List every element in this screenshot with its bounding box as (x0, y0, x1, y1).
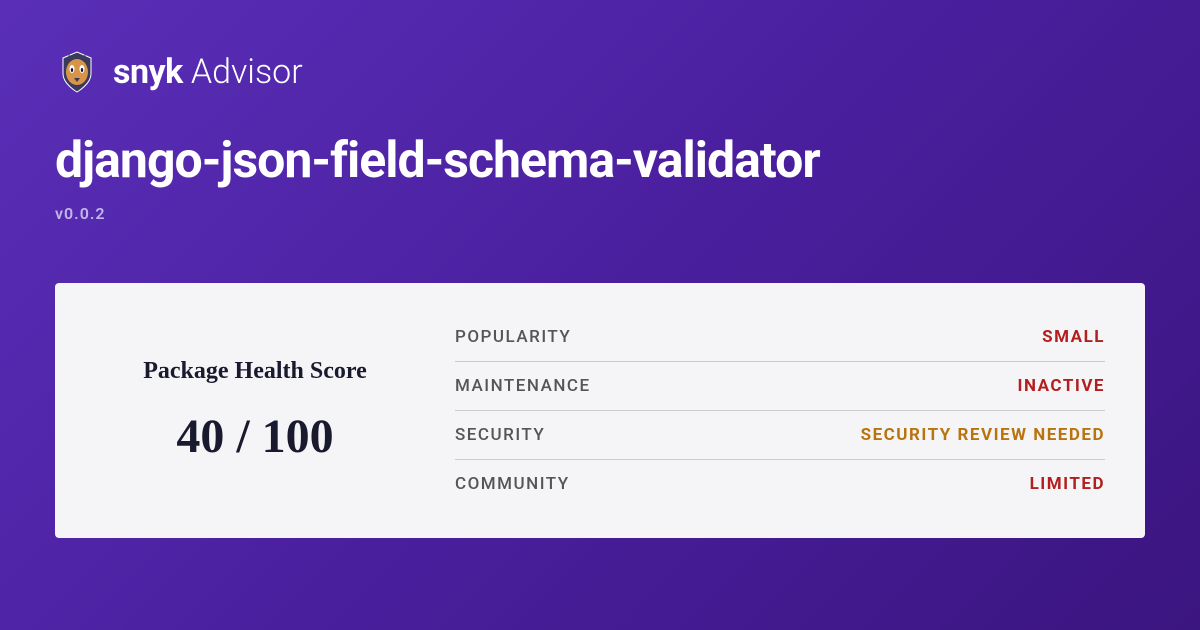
metric-row: MAINTENANCE INACTIVE (455, 362, 1105, 411)
metric-label: SECURITY (455, 425, 545, 445)
metric-label: COMMUNITY (455, 474, 570, 494)
metrics-section: POPULARITY SMALL MAINTENANCE INACTIVE SE… (455, 313, 1105, 508)
health-card: Package Health Score 40 / 100 POPULARITY… (55, 283, 1145, 538)
metric-value: SECURITY REVIEW NEEDED (861, 425, 1105, 445)
package-title: django-json-field-schema-validator (55, 132, 1145, 190)
snyk-logo-icon (55, 50, 99, 94)
score-value: 40 / 100 (176, 409, 333, 464)
metric-label: MAINTENANCE (455, 376, 591, 396)
metric-row: COMMUNITY LIMITED (455, 460, 1105, 508)
brand-name: snyk (113, 52, 183, 92)
metric-value: LIMITED (1030, 474, 1105, 494)
metric-label: POPULARITY (455, 327, 571, 347)
header: snyk Advisor (55, 50, 1145, 94)
metric-value: SMALL (1042, 327, 1105, 347)
metric-value: INACTIVE (1018, 376, 1105, 396)
brand: snyk Advisor (113, 52, 303, 92)
metric-row: SECURITY SECURITY REVIEW NEEDED (455, 411, 1105, 460)
package-version: v0.0.2 (55, 204, 1145, 223)
metric-row: POPULARITY SMALL (455, 313, 1105, 362)
brand-sub: Advisor (191, 52, 303, 92)
score-label: Package Health Score (143, 358, 367, 385)
score-section: Package Health Score 40 / 100 (95, 313, 415, 508)
